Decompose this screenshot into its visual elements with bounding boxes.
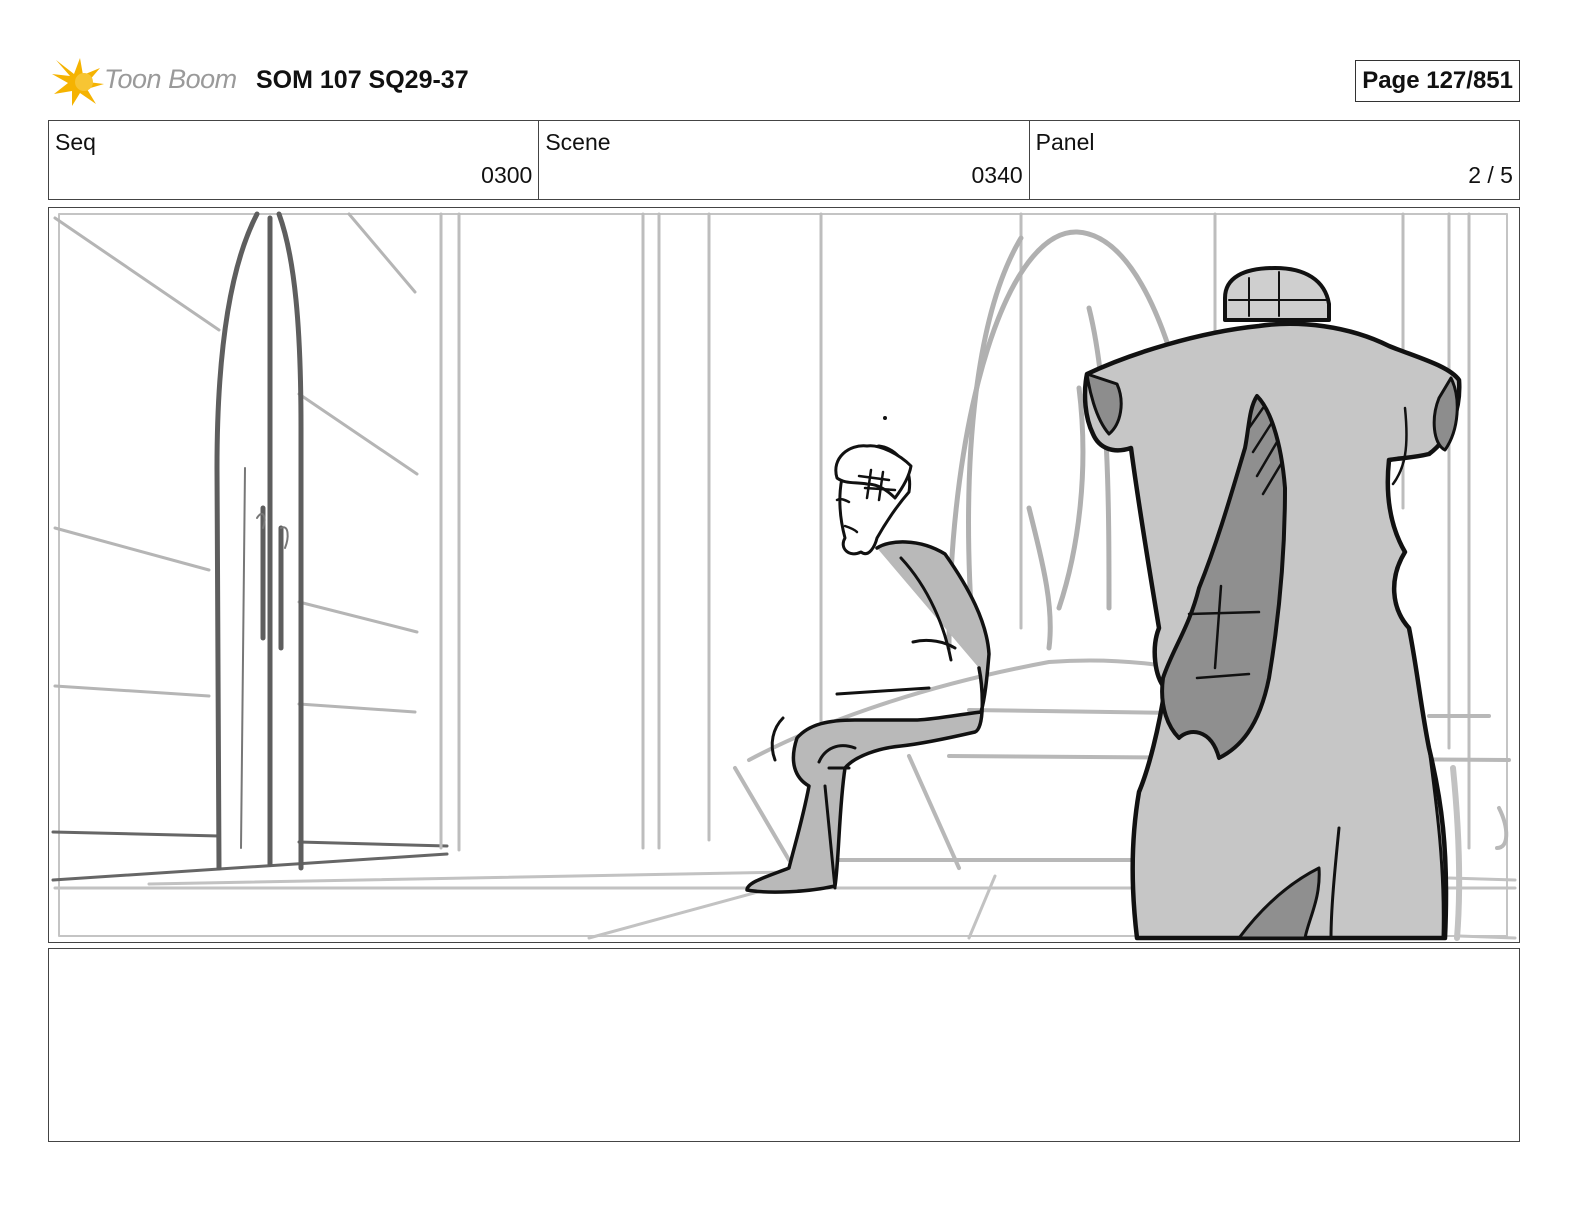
logo-text: Toon Boom: [104, 64, 237, 94]
panel-notes: [48, 948, 1520, 1142]
scene-value: 0340: [971, 162, 1023, 188]
seq-label: Seq: [55, 129, 96, 155]
storyboard-sketch: [51, 211, 1517, 941]
toon-boom-logo: Toon Boom: [52, 54, 242, 108]
panel-value: 2 / 5: [1468, 162, 1513, 188]
panel-info-bar: Seq 0300 Scene 0340 Panel 2 / 5: [48, 120, 1520, 200]
panel-label: Panel: [1035, 129, 1095, 155]
document-title: SOM 107 SQ29-37: [256, 66, 469, 94]
star-burst-icon: [52, 58, 104, 106]
storyboard-panel: [48, 207, 1520, 943]
page-counter: Page 127/851: [1355, 60, 1520, 102]
seq-cell: Seq 0300: [49, 121, 540, 199]
seq-value: 0300: [481, 162, 533, 188]
scene-cell: Scene 0340: [539, 121, 1030, 199]
scene-label: Scene: [545, 129, 611, 155]
panel-cell: Panel 2 / 5: [1030, 121, 1519, 199]
